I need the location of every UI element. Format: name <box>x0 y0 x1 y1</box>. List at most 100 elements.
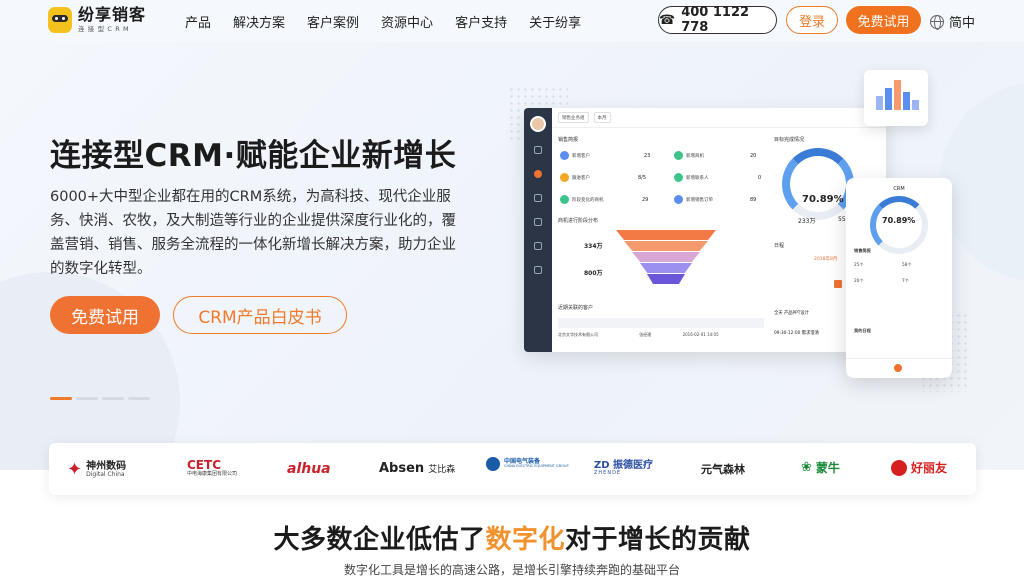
table-row[interactable]: 北京文华技术有限公司 张经理 2016-02-01 14:05 <box>558 332 719 338</box>
stat-item: 新增联系人 <box>674 173 709 182</box>
mobile-app-mockup: CRM 70.89% 销售简报 25个 58个 20个 7个 我的日程 <box>846 178 952 378</box>
stat-value: 0 <box>758 175 762 181</box>
nav-item-cases[interactable]: 客户案例 <box>307 12 359 31</box>
customer-logo-strip: ✦ 神州数码 Digital China CETC 中电海康集团有限公司 alhua… <box>49 443 976 495</box>
opportunity-icon <box>674 151 683 160</box>
brand-logo[interactable]: 纷享销客 连接型CRM <box>48 7 146 33</box>
language-label: 简中 <box>949 16 976 31</box>
period-select[interactable]: 本月 <box>593 112 611 123</box>
funnel-value: 334万 <box>584 243 603 250</box>
whitepaper-button[interactable]: CRM产品白皮书 <box>173 296 347 334</box>
decor-blob <box>940 82 1024 282</box>
login-button[interactable]: 登录 <box>786 6 838 34</box>
mengniu-mark-icon: ❀ <box>801 460 812 475</box>
language-switch[interactable]: 简中 <box>930 12 975 31</box>
stat-item: 新增客户 <box>560 151 590 160</box>
stat-value: 20 <box>750 153 757 159</box>
customer-logo-cetc: CETC 中电海康集团有限公司 <box>187 458 238 478</box>
carousel-dot[interactable] <box>76 397 98 400</box>
carousel-dot[interactable] <box>102 397 124 400</box>
carousel-dot[interactable] <box>50 397 72 400</box>
schedule-title: 日程 <box>774 243 785 249</box>
funnel-stage <box>647 274 685 284</box>
brand-name: 纷享销客 <box>78 5 147 25</box>
nav-item-products[interactable]: 产品 <box>185 12 211 31</box>
customer-logo-orion: 好丽友 <box>891 459 947 476</box>
carousel-dot[interactable] <box>128 397 150 400</box>
stat-value: 29 <box>642 197 649 203</box>
stat-item: 新增销售订单 <box>674 195 713 204</box>
customer-logo-digital-china: ✦ 神州数码 Digital China <box>67 459 127 480</box>
mobile-brief-title: 销售简报 <box>854 248 871 253</box>
follow-icon <box>560 173 569 182</box>
top-header: 纷享销客 连接型CRM 产品 解决方案 客户案例 资源中心 客户支持 关于纷享 … <box>0 0 1024 42</box>
stat-value: 8/5 <box>638 175 647 181</box>
mobile-title: CRM <box>893 186 905 192</box>
stage-icon <box>560 195 569 204</box>
orion-mark-icon <box>891 459 907 476</box>
clock-icon <box>534 170 542 178</box>
mobile-tabbar <box>846 358 952 378</box>
hero-title: 连接型CRM·赋能企业新增长 <box>50 138 457 174</box>
order-icon <box>674 195 683 204</box>
chat-icon <box>534 146 542 154</box>
avatar <box>530 116 546 132</box>
dashboard-mockup: 销售业务组 本月 销售简报 新增客户 23 新增商机 20 跟进客户 8/5 新… <box>524 108 886 352</box>
mobile-stat: 58个 <box>902 262 912 267</box>
nav-item-resources[interactable]: 资源中心 <box>381 12 433 31</box>
funnel-title: 商机进行阶段分布 <box>558 218 599 224</box>
phone-button[interactable]: ☎ 400 1122 778 <box>658 5 777 35</box>
location-icon <box>534 194 542 202</box>
nav-item-support[interactable]: 客户支持 <box>455 12 507 31</box>
bee-logo-icon <box>48 7 72 33</box>
group-select[interactable]: 销售业务组 <box>558 112 589 123</box>
section-subtitle: 数字化工具是增长的高速公路，是增长引擎持续奔跑的基础平台 <box>343 563 680 577</box>
customer-logo-dahua: alhua <box>287 461 331 477</box>
mobile-gauge <box>870 196 928 254</box>
header-trial-button[interactable]: 免费试用 <box>846 6 921 34</box>
stat-value: 23 <box>644 153 651 159</box>
carousel-indicator <box>50 397 150 400</box>
chart-bar <box>912 100 919 110</box>
customer-logo-mengniu: ❀ 蒙牛 <box>801 460 840 475</box>
mobile-stat: 25个 <box>854 262 864 267</box>
goal-amount: 233万 <box>798 218 816 225</box>
phone-number: 400 1122 778 <box>681 5 750 35</box>
mobile-stat: 20个 <box>854 278 864 283</box>
section-title-highlight: 数字化 <box>485 525 565 555</box>
stat-item: 阶段变化的商机 <box>560 195 604 204</box>
digital-china-mark-icon: ✦ <box>67 459 83 480</box>
phone-icon: ☎ <box>659 12 676 28</box>
funnel-value: 800万 <box>584 270 603 277</box>
calendar-selected-day[interactable] <box>834 280 842 288</box>
schedule-item: 09:30-12:00 需求澄清 <box>774 331 819 336</box>
contact-icon <box>674 173 683 182</box>
customer-logo-absen: Absen 艾比森 <box>379 461 456 476</box>
goal-percent: 70.89% <box>802 194 844 205</box>
grid-icon <box>534 266 542 274</box>
nav-item-solutions[interactable]: 解决方案 <box>233 12 285 31</box>
mobile-stat: 7个 <box>902 278 909 283</box>
funnel-stage <box>624 241 708 251</box>
stat-item: 跟进客户 <box>560 173 590 182</box>
chart-bar <box>903 92 910 110</box>
mobile-tab-icon[interactable] <box>894 364 902 372</box>
funnel-stage <box>640 263 692 273</box>
cee-mark-icon <box>486 457 500 471</box>
nav-item-about[interactable]: 关于纷享 <box>529 12 581 31</box>
stat-value: 89 <box>750 197 757 203</box>
customer-logo-zhende: ZD 振德医疗 ZHENDE <box>594 460 654 476</box>
mobile-percent: 70.89% <box>882 216 916 225</box>
floating-chart-card <box>864 70 928 126</box>
document-icon <box>534 242 542 250</box>
stat-item: 新增商机 <box>674 151 704 160</box>
customer-logo-genki-forest: 元气森林 <box>701 463 745 476</box>
hero-description: 6000+大中型企业都在用的CRM系统，为高科技、现代企业服务、快消、农牧，及大… <box>50 189 456 277</box>
recent-customers-title: 近期关联的客户 <box>558 305 594 311</box>
schedule-date: 2018年8月 <box>814 257 838 262</box>
mobile-schedule-title: 我的日程 <box>854 328 871 333</box>
section-title: 大多数企业低估了数字化对于增长的贡献 <box>273 525 751 555</box>
goal-title: 目标完成情况 <box>774 137 805 143</box>
brief-title: 销售简报 <box>558 137 579 143</box>
hero-trial-button[interactable]: 免费试用 <box>50 296 160 334</box>
